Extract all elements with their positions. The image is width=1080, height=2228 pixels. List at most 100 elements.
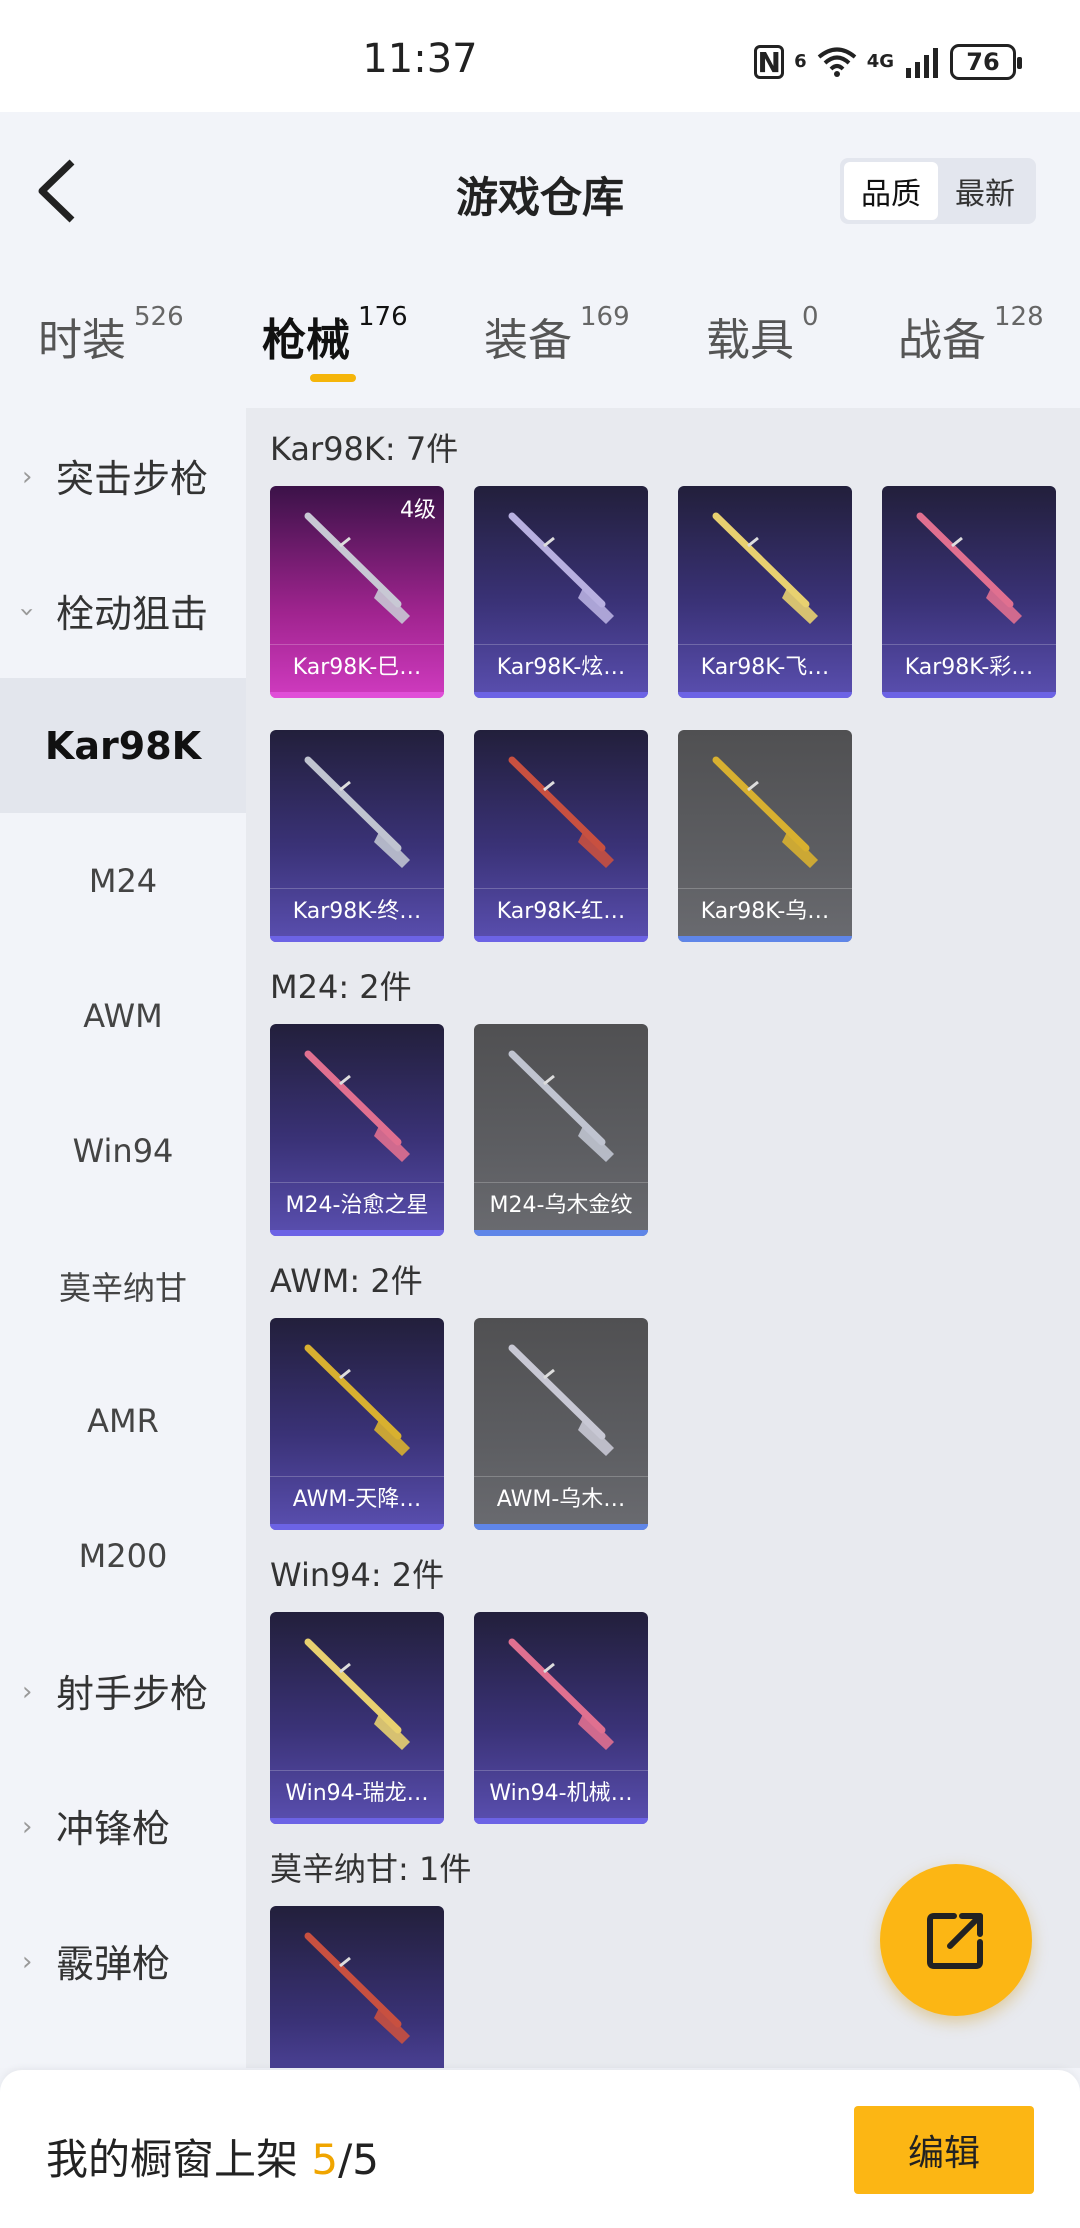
weapon-card[interactable]: Kar98K-彩…	[882, 486, 1056, 698]
rifle-icon	[712, 512, 818, 624]
weapon-card[interactable]	[270, 1906, 444, 2068]
weapon-card[interactable]: Kar98K-飞…	[678, 486, 852, 698]
tab-guns[interactable]: 枪械 176	[262, 302, 408, 368]
rarity-strip	[474, 1524, 648, 1530]
tab-count: 0	[802, 302, 819, 332]
rifle-icon	[304, 1344, 410, 1456]
share-button[interactable]	[880, 1864, 1032, 2016]
rarity-strip	[270, 1524, 444, 1530]
rifle-icon	[508, 756, 614, 868]
sidebar-group-label: 射手步枪	[56, 1672, 209, 1716]
weapon-name: Kar98K-终…	[270, 888, 444, 936]
section-title: 莫辛纳甘: 1件	[270, 1850, 472, 1888]
weapon-card[interactable]: Win94-瑞龙…	[270, 1612, 444, 1824]
weapon-card[interactable]: AWM-天降…	[270, 1318, 444, 1530]
weapon-name: Kar98K-彩…	[882, 644, 1056, 692]
active-tab-indicator	[310, 374, 356, 382]
status-bar: 11:37 N 6 4G 76	[0, 0, 1080, 112]
sidebar-group-assault-rifle[interactable]: › 突击步枪	[0, 408, 246, 543]
tab-count: 526	[134, 302, 184, 332]
tab-supplies[interactable]: 战备 128	[898, 302, 1044, 368]
edit-button[interactable]: 编辑	[854, 2106, 1034, 2194]
showcase-bar: 我的橱窗上架 5/5 编辑	[0, 2070, 1080, 2228]
showcase-text: 我的橱窗上架	[46, 2135, 299, 2184]
sidebar-group-bolt-sniper[interactable]: › 栓动狙击	[0, 543, 246, 678]
showcase-label: 我的橱窗上架 5/5	[46, 2126, 379, 2187]
rifle-icon	[304, 756, 410, 868]
rarity-strip	[474, 1818, 648, 1824]
rarity-strip	[270, 936, 444, 942]
sidebar-group-label: 突击步枪	[56, 457, 209, 501]
battery-icon: 76	[950, 44, 1022, 80]
weapon-card[interactable]: Kar98K-乌…	[678, 730, 852, 942]
app-header: 游戏仓库 品质 最新	[0, 112, 1080, 270]
sidebar-group-smg[interactable]: › 冲锋枪	[0, 1758, 246, 1893]
rifle-icon	[508, 1344, 614, 1456]
weapon-card[interactable]: Kar98K-终…	[270, 730, 444, 942]
rifle-icon	[304, 1638, 410, 1750]
weapon-name: Win94-机械…	[474, 1770, 648, 1818]
sidebar-item-kar98k[interactable]: Kar98K	[0, 678, 246, 813]
rifle-icon	[304, 1932, 410, 2044]
network-type: 4G	[866, 51, 894, 72]
weapon-type-sidebar: › 突击步枪 › 栓动狙击 Kar98K M24 AWM Win94 莫辛纳甘 …	[0, 408, 246, 2068]
rifle-icon	[916, 512, 1022, 624]
weapon-card[interactable]: M24-治愈之星	[270, 1024, 444, 1236]
rifle-icon	[508, 512, 614, 624]
sidebar-group-label: 栓动狙击	[56, 592, 209, 636]
share-icon	[927, 1913, 983, 1969]
nfc-icon: N	[754, 45, 785, 79]
sidebar-group-marksman-rifle[interactable]: › 射手步枪	[0, 1623, 246, 1758]
showcase-current: 5	[311, 2135, 339, 2184]
sidebar-group-label: 冲锋枪	[56, 1807, 171, 1851]
tab-fashion[interactable]: 时装 526	[38, 302, 184, 368]
tab-count: 176	[358, 302, 408, 332]
weapon-card[interactable]: Win94-机械…	[474, 1612, 648, 1824]
rarity-strip	[474, 692, 648, 698]
tab-count: 169	[580, 302, 630, 332]
sidebar-item-win94[interactable]: Win94	[0, 1083, 246, 1218]
rarity-strip	[270, 692, 444, 698]
tab-label: 时装	[38, 315, 126, 366]
weapon-name: AWM-乌木…	[474, 1476, 648, 1524]
weapon-card[interactable]: 4级 Kar98K-巳…	[270, 486, 444, 698]
tab-count: 128	[994, 302, 1044, 332]
wifi-badge: 6	[794, 51, 807, 72]
weapon-name: Kar98K-红…	[474, 888, 648, 936]
weapon-card[interactable]: AWM-乌木…	[474, 1318, 648, 1530]
weapon-name: Win94-瑞龙…	[270, 1770, 444, 1818]
level-badge: 4级	[400, 498, 436, 523]
sidebar-item-amr[interactable]: AMR	[0, 1353, 246, 1488]
tab-equipment[interactable]: 装备 169	[484, 302, 630, 368]
weapon-name: Kar98K-巳…	[270, 644, 444, 692]
rarity-strip	[270, 1230, 444, 1236]
tab-vehicles[interactable]: 载具 0	[706, 302, 819, 368]
section-title: AWM: 2件	[270, 1262, 423, 1300]
weapon-card[interactable]: M24-乌木金纹	[474, 1024, 648, 1236]
weapon-name: Kar98K-飞…	[678, 644, 852, 692]
status-time: 11:37	[362, 36, 478, 82]
chevron-right-icon: ›	[22, 1812, 33, 1842]
sort-toggle: 品质 最新	[840, 158, 1036, 224]
showcase-total: /5	[338, 2135, 379, 2184]
sort-option-quality[interactable]: 品质	[844, 162, 938, 220]
chevron-right-icon: ›	[22, 1677, 33, 1707]
weapon-name: Kar98K-乌…	[678, 888, 852, 936]
sort-option-newest[interactable]: 最新	[938, 162, 1032, 220]
sidebar-group-shotgun[interactable]: › 霰弹枪	[0, 1893, 246, 2028]
chevron-right-icon: ›	[22, 462, 33, 492]
weapon-grid: Kar98K: 7件 4级 Kar98K-巳… Kar98K-炫… Kar98K-飞… K…	[246, 408, 1080, 2068]
rarity-strip	[678, 692, 852, 698]
section-title: M24: 2件	[270, 968, 412, 1006]
sidebar-item-m24[interactable]: M24	[0, 813, 246, 948]
weapon-card[interactable]: Kar98K-红…	[474, 730, 648, 942]
rifle-icon	[304, 1050, 410, 1162]
sidebar-item-m200[interactable]: M200	[0, 1488, 246, 1623]
weapon-name: M24-治愈之星	[270, 1182, 444, 1230]
weapon-card[interactable]: Kar98K-炫…	[474, 486, 648, 698]
section-title: Kar98K: 7件	[270, 430, 459, 468]
sidebar-item-awm[interactable]: AWM	[0, 948, 246, 1083]
rifle-icon	[508, 1638, 614, 1750]
sidebar-item-mosin[interactable]: 莫辛纳甘	[0, 1218, 246, 1353]
tab-label: 战备	[898, 315, 986, 366]
